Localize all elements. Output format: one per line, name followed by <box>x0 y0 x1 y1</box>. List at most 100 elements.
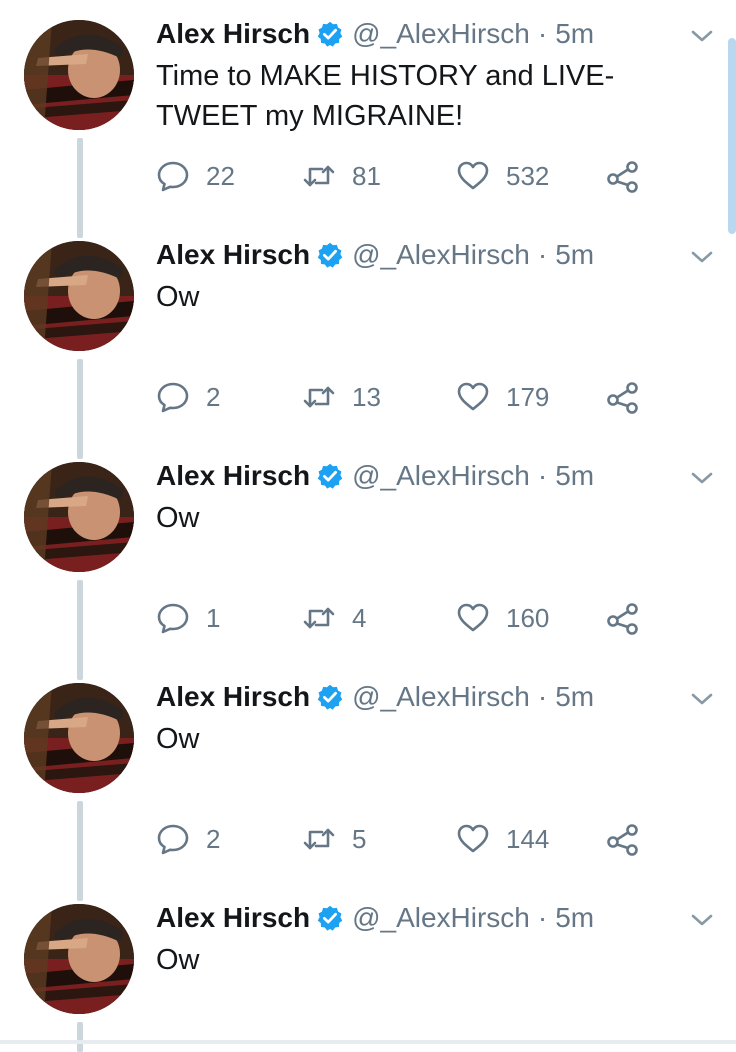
reply-count: 2 <box>206 381 221 412</box>
tweet-header: Alex Hirsch @_AlexHirsch · 5m <box>156 900 594 936</box>
reply-button[interactable]: 1 <box>156 598 220 638</box>
display-name[interactable]: Alex Hirsch <box>156 239 310 271</box>
share-button[interactable] <box>606 598 640 638</box>
avatar[interactable] <box>24 904 134 1014</box>
retweet-button[interactable]: 5 <box>302 819 366 859</box>
avatar[interactable] <box>24 683 134 793</box>
chevron-down-icon[interactable] <box>690 912 714 928</box>
share-icon <box>607 824 638 856</box>
verified-badge-icon <box>317 684 343 710</box>
display-name[interactable]: Alex Hirsch <box>156 18 310 50</box>
timestamp[interactable]: 5m <box>555 902 594 934</box>
tweet-text: Ow <box>156 502 200 534</box>
retweet-count: 5 <box>352 823 367 854</box>
chevron-down-icon[interactable] <box>690 28 714 44</box>
tweet-actions: 22 81 532 <box>156 156 656 196</box>
heart-icon <box>457 382 489 411</box>
like-count: 532 <box>506 160 550 191</box>
retweet-count: 81 <box>352 160 381 191</box>
heart-icon <box>457 824 489 853</box>
heart-icon <box>457 603 489 632</box>
tweet-text: Ow <box>156 281 200 313</box>
share-button[interactable] <box>606 819 640 859</box>
reply-bubble-icon <box>157 161 189 192</box>
retweet-icon <box>303 607 335 629</box>
display-name[interactable]: Alex Hirsch <box>156 681 310 713</box>
display-name[interactable]: Alex Hirsch <box>156 902 310 934</box>
like-button[interactable]: 160 <box>456 598 549 638</box>
timestamp[interactable]: 5m <box>555 681 594 713</box>
share-icon <box>607 603 638 635</box>
tweet[interactable]: Alex Hirsch @_AlexHirsch · 5m Ow 2 <box>0 663 736 901</box>
retweet-count: 13 <box>352 381 381 412</box>
timestamp[interactable]: 5m <box>555 18 594 50</box>
reply-count: 1 <box>206 602 221 633</box>
thread-connector-line <box>77 1022 83 1052</box>
tweet[interactable]: Alex Hirsch @_AlexHirsch · 5m Ow 2 <box>0 221 736 459</box>
tweet-actions: 2 5 144 <box>156 819 656 859</box>
tweet[interactable]: Alex Hirsch @_AlexHirsch · 5m Ow 1 4 160 <box>0 442 736 680</box>
avatar[interactable] <box>24 241 134 351</box>
separator-dot: · <box>537 18 548 49</box>
verified-badge-icon <box>317 463 343 489</box>
retweet-icon <box>303 828 335 850</box>
reply-button[interactable]: 2 <box>156 377 220 417</box>
chevron-down-icon[interactable] <box>690 691 714 707</box>
timestamp[interactable]: 5m <box>555 239 594 271</box>
verified-badge-icon <box>317 242 343 268</box>
tweet-header: Alex Hirsch @_AlexHirsch · 5m <box>156 237 594 273</box>
reply-button[interactable]: 22 <box>156 156 235 196</box>
separator-dot: · <box>537 239 548 270</box>
heart-icon <box>457 161 489 190</box>
scrollbar[interactable] <box>728 38 736 234</box>
verified-badge-icon <box>317 905 343 931</box>
tweet-header: Alex Hirsch @_AlexHirsch · 5m <box>156 679 594 715</box>
tweet-actions: 1 4 160 <box>156 598 656 638</box>
chevron-down-icon[interactable] <box>690 470 714 486</box>
retweet-icon <box>303 386 335 408</box>
user-handle[interactable]: @_AlexHirsch <box>352 239 530 271</box>
divider <box>0 1040 736 1044</box>
user-handle[interactable]: @_AlexHirsch <box>352 460 530 492</box>
reply-bubble-icon <box>157 382 189 413</box>
user-handle[interactable]: @_AlexHirsch <box>352 18 530 50</box>
like-button[interactable]: 532 <box>456 156 549 196</box>
timestamp[interactable]: 5m <box>555 460 594 492</box>
like-button[interactable]: 144 <box>456 819 549 859</box>
avatar[interactable] <box>24 462 134 572</box>
chevron-down-icon[interactable] <box>690 249 714 265</box>
reply-button[interactable]: 2 <box>156 819 220 859</box>
display-name[interactable]: Alex Hirsch <box>156 460 310 492</box>
tweet[interactable]: Alex Hirsch @_AlexHirsch · 5m Ow <box>0 884 736 1052</box>
share-icon <box>607 161 638 193</box>
share-button[interactable] <box>606 156 640 196</box>
separator-dot: · <box>537 902 548 933</box>
retweet-button[interactable]: 4 <box>302 598 366 638</box>
reply-bubble-icon <box>157 824 189 855</box>
share-icon <box>607 382 638 414</box>
share-button[interactable] <box>606 377 640 417</box>
retweet-count: 4 <box>352 602 367 633</box>
reply-bubble-icon <box>157 603 189 634</box>
tweet-thread: Alex Hirsch @_AlexHirsch · 5m Time to MA… <box>0 0 736 1052</box>
like-button[interactable]: 179 <box>456 377 549 417</box>
separator-dot: · <box>537 681 548 712</box>
tweet-text: Time to MAKE HISTORY and LIVE-TWEET my M… <box>156 60 615 132</box>
avatar[interactable] <box>24 20 134 130</box>
tweet-actions: 2 13 179 <box>156 377 656 417</box>
tweet-header: Alex Hirsch @_AlexHirsch · 5m <box>156 16 594 52</box>
retweet-button[interactable]: 81 <box>302 156 381 196</box>
like-count: 179 <box>506 381 550 412</box>
separator-dot: · <box>537 460 548 491</box>
user-handle[interactable]: @_AlexHirsch <box>352 681 530 713</box>
like-count: 160 <box>506 602 550 633</box>
retweet-button[interactable]: 13 <box>302 377 381 417</box>
like-count: 144 <box>506 823 550 854</box>
reply-count: 2 <box>206 823 221 854</box>
user-handle[interactable]: @_AlexHirsch <box>352 902 530 934</box>
reply-count: 22 <box>206 160 235 191</box>
tweet-text: Ow <box>156 944 200 976</box>
tweet[interactable]: Alex Hirsch @_AlexHirsch · 5m Time to MA… <box>0 0 736 238</box>
retweet-icon <box>303 165 335 187</box>
tweet-text: Ow <box>156 723 200 755</box>
